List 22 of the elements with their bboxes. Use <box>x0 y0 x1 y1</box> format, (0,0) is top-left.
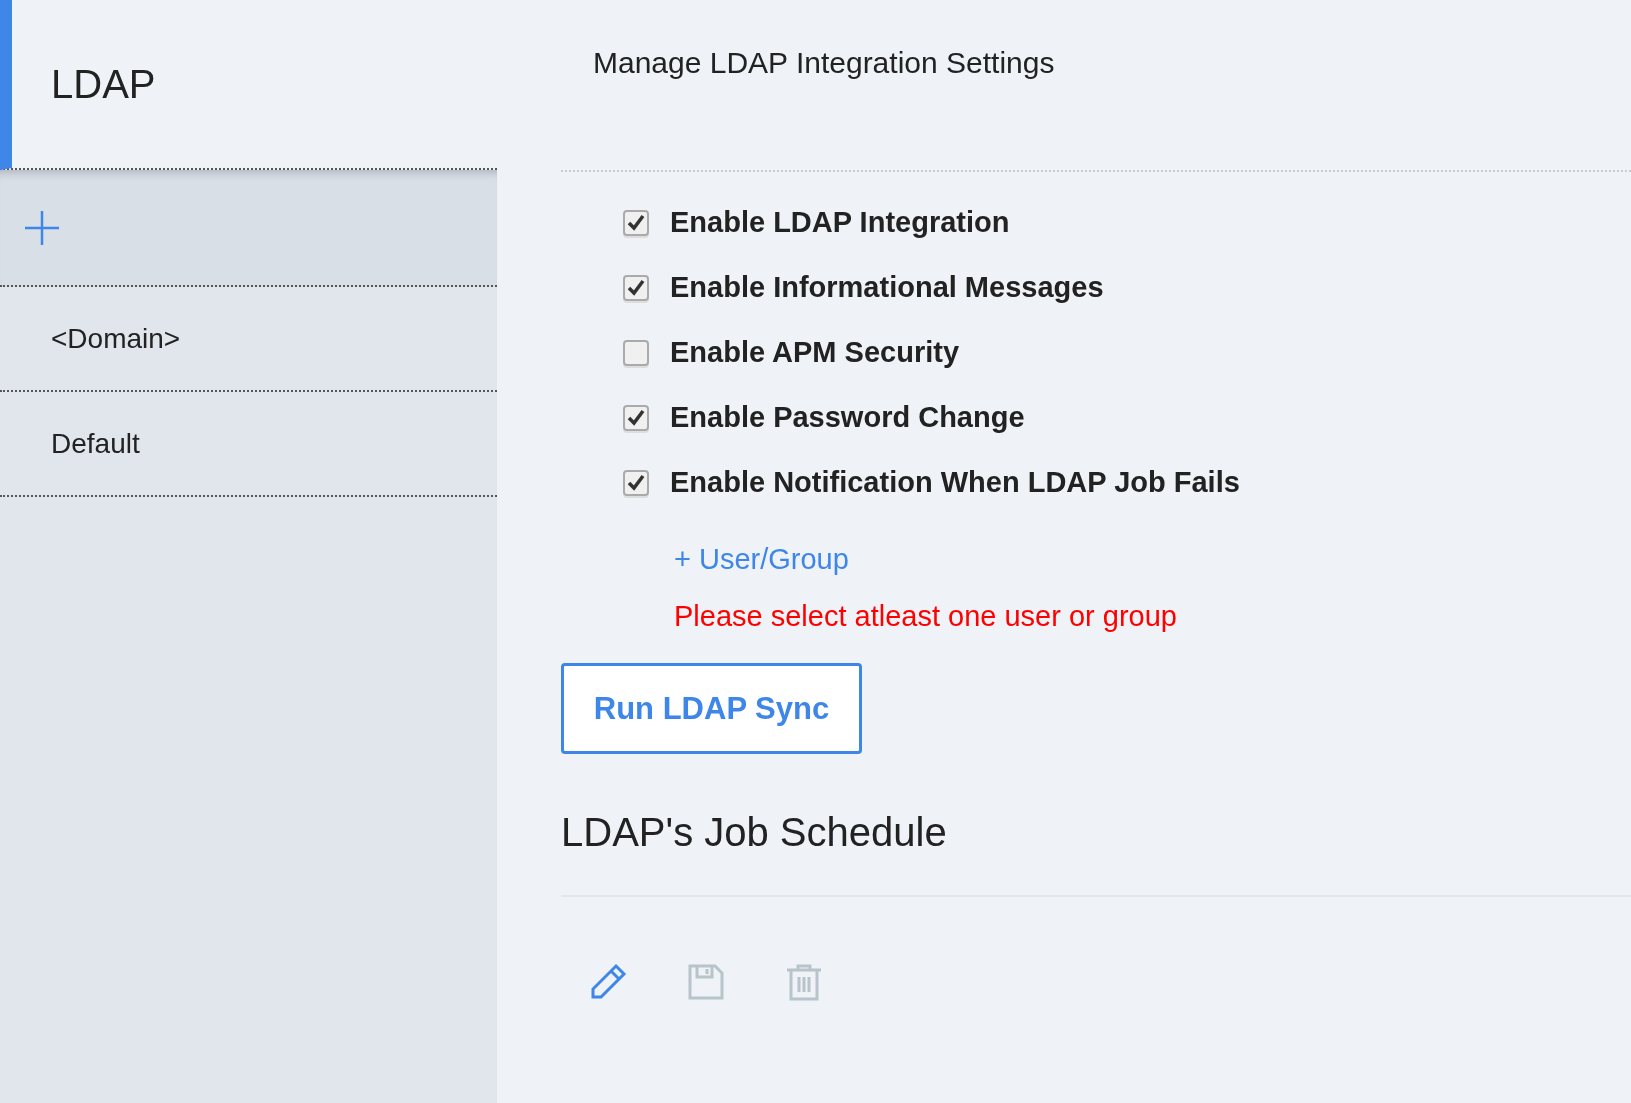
checkbox-label: Enable LDAP Integration <box>670 206 1010 239</box>
checkbox[interactable] <box>623 274 649 301</box>
sidebar-item[interactable]: <Domain> <box>0 287 497 392</box>
sidebar-item[interactable]: Default <box>0 392 497 497</box>
sidebar-title: LDAP <box>51 61 156 107</box>
checkbox[interactable] <box>623 469 649 496</box>
save-icon <box>687 963 725 1001</box>
error-message: Please select atleast one user or group <box>674 600 1177 633</box>
page-title: Manage LDAP Integration Settings <box>593 46 1055 80</box>
checkbox-label: Enable Notification When LDAP Job Fails <box>670 466 1240 499</box>
checkbox-label: Enable Password Change <box>670 401 1025 434</box>
run-sync-button[interactable]: Run LDAP Sync <box>561 663 862 754</box>
pencil-icon <box>589 963 627 1001</box>
section-title: LDAP's Job Schedule <box>561 810 947 855</box>
checkbox[interactable] <box>623 209 649 236</box>
checkbox-label: Enable Informational Messages <box>670 271 1104 304</box>
checkbox[interactable] <box>623 339 649 366</box>
checkbox-label: Enable APM Security <box>670 336 959 369</box>
plus-icon[interactable] <box>24 209 60 246</box>
trash-icon <box>785 963 823 1001</box>
edit-button[interactable] <box>589 963 627 1001</box>
checkbox[interactable] <box>623 404 649 431</box>
